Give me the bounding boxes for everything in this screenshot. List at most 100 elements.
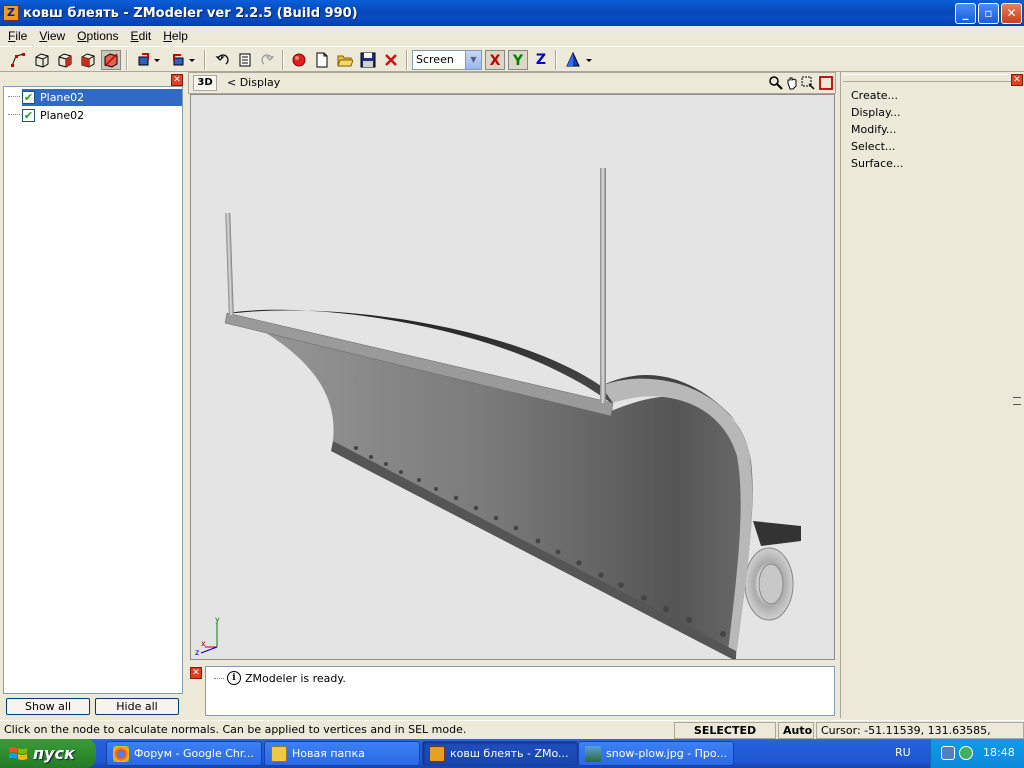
cursor-readout: Cursor: -51.11539, 131.63585, -69.827 <box>816 722 1024 752</box>
tree-item-label: Plane02 <box>38 90 87 104</box>
tree-item[interactable]: ✔ Plane02 <box>8 107 86 123</box>
windows-logo-icon <box>9 746 27 760</box>
task-image-viewer[interactable]: snow-plow.jpg - Про... <box>578 741 734 766</box>
toolbar: Screen ▼ X Y Z <box>0 46 1024 72</box>
show-all-button[interactable]: Show all <box>6 698 90 715</box>
new-file-icon[interactable] <box>312 50 332 70</box>
3d-viewport[interactable]: y x z <box>190 94 835 660</box>
tree-item[interactable]: ✔ Plane02 <box>8 89 87 105</box>
record-icon[interactable] <box>289 50 309 70</box>
solid-select-icon[interactable] <box>101 50 121 70</box>
open-folder-icon[interactable] <box>335 50 355 70</box>
axis-z-label: z <box>195 648 199 655</box>
task-chrome[interactable]: Форум - Google Chr... <box>106 741 262 766</box>
task-label: snow-plow.jpg - Про... <box>606 747 728 760</box>
start-button[interactable]: пуск <box>0 739 96 768</box>
zoom-icon[interactable] <box>769 76 783 90</box>
face-select-icon[interactable] <box>55 50 75 70</box>
taskbar: пуск Форум - Google Chr... Новая папка к… <box>0 739 1024 768</box>
object-select-icon[interactable] <box>78 50 98 70</box>
log-entry: i ZModeler is ready. <box>214 671 346 685</box>
snow-plow-model <box>224 168 801 659</box>
menu-edit[interactable]: Edit <box>125 29 158 43</box>
zmodeler-icon <box>429 745 445 762</box>
log-panel[interactable]: i ZModeler is ready. <box>205 666 835 716</box>
menu-options[interactable]: Options <box>71 29 124 43</box>
axis-z-button[interactable]: Z <box>531 50 551 70</box>
chrome-icon <box>113 745 129 762</box>
import-dropdown-arrow-icon[interactable] <box>152 50 162 70</box>
status-hint: Click on the node to calculate normals. … <box>4 723 467 736</box>
axis-y-label: y <box>215 615 220 624</box>
axis-y-button[interactable]: Y <box>508 50 528 70</box>
view-mode-button[interactable]: 3D <box>193 75 217 91</box>
zoom-region-icon[interactable] <box>801 76 815 90</box>
redo-icon[interactable] <box>258 50 278 70</box>
viewport-title[interactable]: < Display <box>227 76 280 89</box>
command-panel: ✕ Create... Display... Modify... Select.… <box>840 72 1024 718</box>
menu-file[interactable]: File <box>2 29 33 43</box>
vertex-select-icon[interactable] <box>8 50 28 70</box>
zmodeler-app-icon[interactable]: Z <box>3 5 19 21</box>
antivirus-icon[interactable] <box>959 746 973 760</box>
task-label: Новая папка <box>292 747 365 760</box>
log-message: ZModeler is ready. <box>245 671 346 685</box>
pan-hand-icon[interactable] <box>785 76 799 90</box>
image-icon <box>585 745 601 762</box>
command-select[interactable]: Select... <box>851 140 895 153</box>
close-button[interactable]: ✕ <box>1001 3 1022 24</box>
task-folder[interactable]: Новая папка <box>264 741 420 766</box>
close-panel-icon[interactable]: ✕ <box>171 74 183 86</box>
delete-icon[interactable] <box>381 50 401 70</box>
axis-gizmo: y x z <box>195 615 220 655</box>
task-zmodeler[interactable]: ковш блеять - ZMo... <box>422 741 578 766</box>
folder-icon <box>271 745 287 762</box>
toolbar-separator <box>555 50 557 70</box>
coordinate-system-value: Screen <box>416 53 454 66</box>
scene-tree[interactable]: ✔ Plane02 ✔ Plane02 <box>3 86 183 694</box>
import-icon[interactable] <box>134 50 154 70</box>
scene-tree-panel: ✕ ✔ Plane02 ✔ Plane02 Show all Hide all <box>0 72 186 718</box>
status-bar: Click on the node to calculate normals. … <box>0 720 1024 752</box>
maximize-button[interactable]: ▫ <box>978 3 999 24</box>
clock[interactable]: 18:48 <box>983 746 1015 759</box>
zmodeler-window: Z ковш блеять - ZModeler ver 2.2.5 (Buil… <box>0 0 1024 768</box>
export-icon[interactable] <box>168 50 188 70</box>
language-indicator[interactable]: RU <box>895 746 911 759</box>
command-display[interactable]: Display... <box>851 106 900 119</box>
axis-x-label: x <box>201 639 206 648</box>
chevron-down-icon[interactable]: ▼ <box>465 51 481 69</box>
task-label: Форум - Google Chr... <box>134 747 254 760</box>
menu-view[interactable]: View <box>33 29 71 43</box>
toolbar-separator <box>282 50 284 70</box>
close-log-icon[interactable]: ✕ <box>190 667 202 679</box>
tree-item-label: Plane02 <box>40 108 85 122</box>
pivot-dropdown-arrow-icon[interactable] <box>584 50 594 70</box>
save-icon[interactable] <box>358 50 378 70</box>
export-dropdown-arrow-icon[interactable] <box>187 50 197 70</box>
maximize-viewport-icon[interactable] <box>819 76 833 90</box>
command-modify[interactable]: Modify... <box>851 123 896 136</box>
visibility-checkbox[interactable]: ✔ <box>22 108 35 122</box>
selection-mode-indicator[interactable]: SELECTED MODE <box>674 722 776 752</box>
menu-bar: File View Options Edit Help <box>0 26 1024 46</box>
auto-indicator[interactable]: Auto <box>778 722 814 739</box>
minimize-button[interactable]: _ <box>955 3 976 24</box>
command-create[interactable]: Create... <box>851 89 898 102</box>
menu-help[interactable]: Help <box>157 29 194 43</box>
cube-select-icon[interactable] <box>32 50 52 70</box>
pivot-icon[interactable] <box>563 50 583 70</box>
undo-icon[interactable] <box>212 50 232 70</box>
command-surface[interactable]: Surface... <box>851 157 903 170</box>
hide-all-button[interactable]: Hide all <box>95 698 179 715</box>
close-panel-icon[interactable]: ✕ <box>1011 74 1023 86</box>
axis-x-button[interactable]: X <box>485 50 505 70</box>
network-icon[interactable] <box>941 746 955 760</box>
coordinate-system-select[interactable]: Screen ▼ <box>412 50 482 70</box>
visibility-checkbox[interactable]: ✔ <box>22 90 35 104</box>
resize-grip-icon[interactable] <box>1013 397 1021 405</box>
panel-grip <box>843 74 1011 82</box>
undo-list-icon[interactable] <box>235 50 255 70</box>
toolbar-separator <box>126 50 128 70</box>
title-bar[interactable]: Z ковш блеять - ZModeler ver 2.2.5 (Buil… <box>0 0 1024 26</box>
